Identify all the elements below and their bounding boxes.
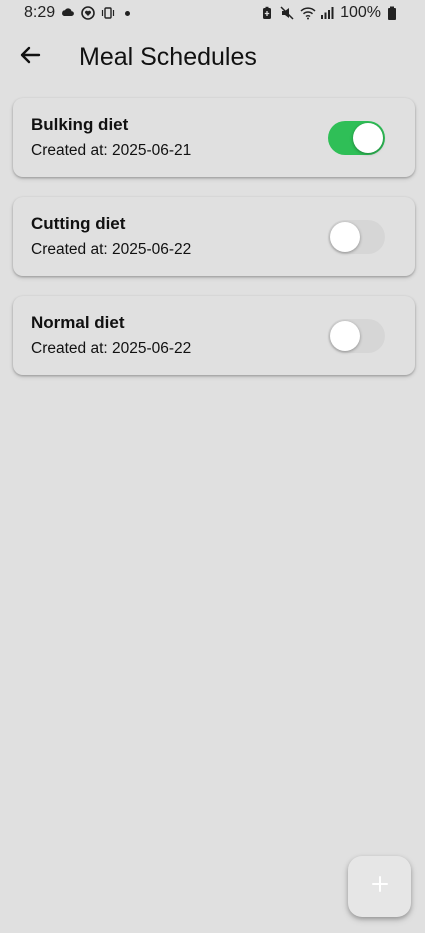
- schedule-created-date: Created at: 2025-06-21: [31, 142, 192, 159]
- mute-icon: [280, 6, 294, 20]
- toggle-knob: [353, 122, 383, 153]
- schedule-active-toggle[interactable]: [328, 318, 385, 353]
- battery-percent: 100%: [340, 4, 381, 21]
- dot-icon: [125, 10, 131, 16]
- plus-icon: [370, 874, 390, 899]
- add-schedule-button[interactable]: [348, 856, 411, 917]
- toggle-knob: [330, 320, 360, 351]
- schedule-created-date: Created at: 2025-06-22: [31, 340, 192, 357]
- schedule-name: Cutting diet: [31, 214, 126, 233]
- weather-icon: [61, 6, 75, 20]
- health-icon: [81, 6, 95, 20]
- battery-saver-icon: [260, 6, 274, 20]
- vibration-icon: [101, 6, 115, 20]
- schedule-card-text: Cutting diet Created at: 2025-06-22: [13, 214, 191, 259]
- app-bar: Meal Schedules: [0, 26, 425, 88]
- schedule-created-date: Created at: 2025-06-22: [31, 241, 192, 258]
- status-right: 100%: [260, 4, 401, 22]
- battery-icon: [387, 6, 401, 20]
- schedule-card[interactable]: Cutting diet Created at: 2025-06-22: [13, 197, 415, 276]
- arrow-back-icon: [19, 44, 41, 71]
- toggle-knob: [330, 221, 360, 252]
- schedule-active-toggle[interactable]: [328, 120, 385, 155]
- schedule-card-text: Normal diet Created at: 2025-06-22: [13, 313, 191, 358]
- page-title: Meal Schedules: [79, 42, 257, 71]
- schedule-card-text: Bulking diet Created at: 2025-06-21: [13, 115, 191, 160]
- schedule-active-toggle[interactable]: [328, 219, 385, 254]
- signal-icon: [320, 6, 334, 20]
- wifi-icon: [300, 6, 316, 20]
- status-bar: 8:29 100%: [0, 0, 425, 26]
- schedule-card[interactable]: Bulking diet Created at: 2025-06-21: [13, 98, 415, 177]
- status-left: 8:29: [24, 4, 131, 22]
- status-time: 8:29: [24, 4, 56, 21]
- schedule-card[interactable]: Normal diet Created at: 2025-06-22: [13, 296, 415, 375]
- schedule-list: Bulking diet Created at: 2025-06-21 Cutt…: [13, 98, 415, 395]
- back-button[interactable]: [10, 37, 50, 77]
- schedule-name: Normal diet: [31, 313, 125, 332]
- schedule-name: Bulking diet: [31, 115, 129, 134]
